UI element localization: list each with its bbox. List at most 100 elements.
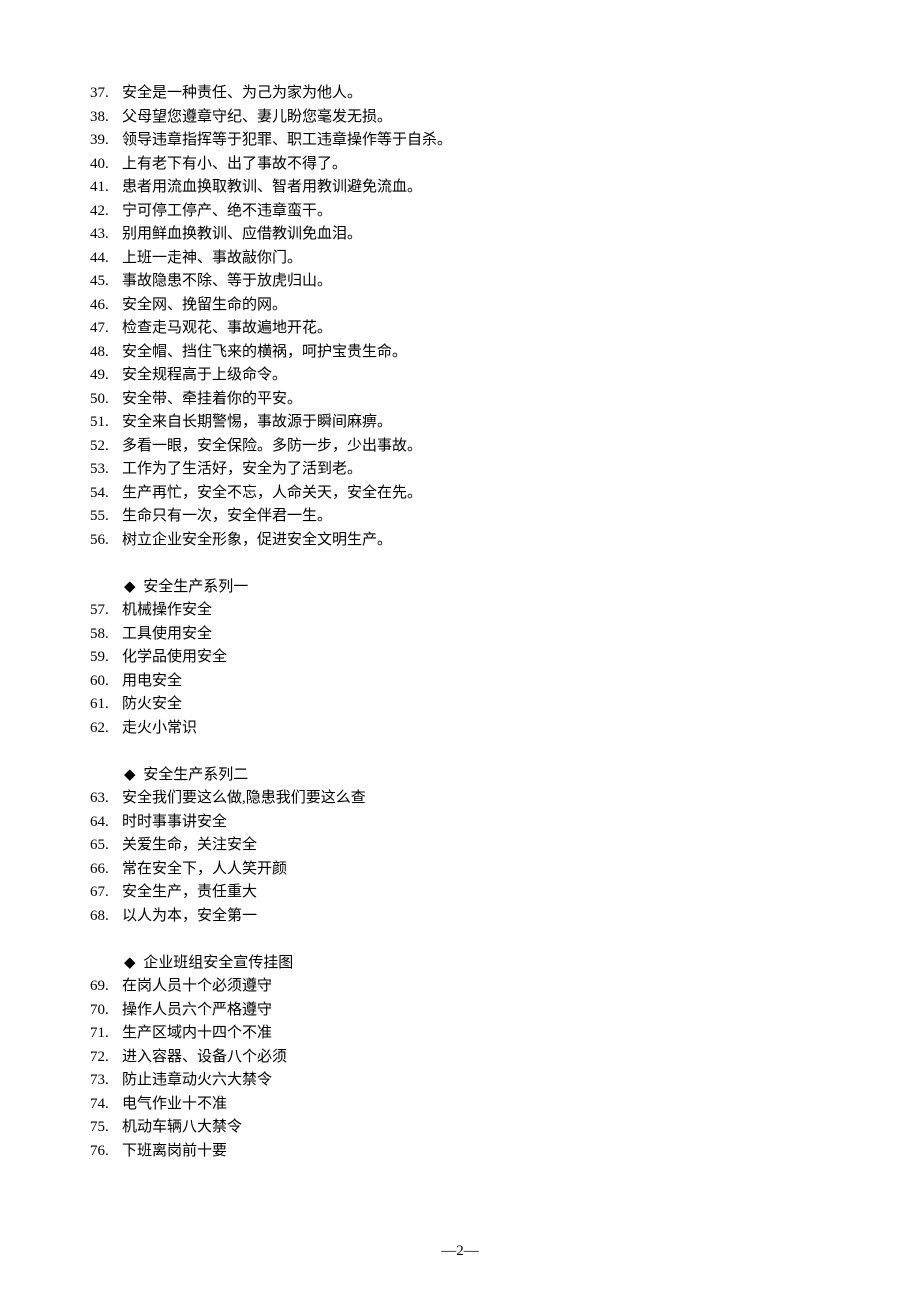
list-item: 59.化学品使用安全 xyxy=(90,646,830,670)
list-item: 41.患者用流血换取教训、智者用教训避免流血。 xyxy=(90,176,830,200)
list-item: 73.防止违章动火六大禁令 xyxy=(90,1069,830,1093)
list-item-text: 工具使用安全 xyxy=(122,626,212,642)
list-item-text: 安全帽、挡住飞来的横祸，呵护宝贵生命。 xyxy=(122,344,407,360)
list-item-number: 55. xyxy=(90,505,122,529)
list-item: 70.操作人员六个严格遵守 xyxy=(90,999,830,1023)
list-item: 40.上有老下有小、出了事故不得了。 xyxy=(90,153,830,177)
list-item-number: 59. xyxy=(90,646,122,670)
list-item: 66.常在安全下，人人笑开颜 xyxy=(90,858,830,882)
section-3: ◆ 企业班组安全宣传挂图 69.在岗人员十个必须遵守70.操作人员六个严格遵守7… xyxy=(90,952,830,1164)
list-item: 45.事故隐患不除、等于放虎归山。 xyxy=(90,270,830,294)
list-item-text: 走火小常识 xyxy=(122,720,197,736)
list-item: 50.安全带、牵挂着你的平安。 xyxy=(90,388,830,412)
list-item: 55.生命只有一次，安全伴君一生。 xyxy=(90,505,830,529)
list-item-number: 63. xyxy=(90,787,122,811)
list-item: 76.下班离岗前十要 xyxy=(90,1140,830,1164)
list-item-number: 72. xyxy=(90,1046,122,1070)
list-item: 37.安全是一种责任、为己为家为他人。 xyxy=(90,82,830,106)
list-item-text: 患者用流血换取教训、智者用教训避免流血。 xyxy=(122,179,422,195)
list-item-number: 53. xyxy=(90,458,122,482)
list-item-text: 领导违章指挥等于犯罪、职工违章操作等于自杀。 xyxy=(122,132,452,148)
list-item: 56.树立企业安全形象，促进安全文明生产。 xyxy=(90,529,830,553)
list-item-number: 64. xyxy=(90,811,122,835)
list-item-text: 防止违章动火六大禁令 xyxy=(122,1072,272,1088)
list-item: 58.工具使用安全 xyxy=(90,623,830,647)
list-item-text: 父母望您遵章守纪、妻儿盼您毫发无损。 xyxy=(122,109,392,125)
list-item-number: 42. xyxy=(90,200,122,224)
list-item-number: 40. xyxy=(90,153,122,177)
list-item: 67.安全生产，责任重大 xyxy=(90,881,830,905)
list-item-number: 76. xyxy=(90,1140,122,1164)
list-item: 52.多看一眼，安全保险。多防一步，少出事故。 xyxy=(90,435,830,459)
list-item: 42.宁可停工停产、绝不违章蛮干。 xyxy=(90,200,830,224)
list-item-number: 37. xyxy=(90,82,122,106)
list-item-number: 50. xyxy=(90,388,122,412)
list-item-text: 多看一眼，安全保险。多防一步，少出事故。 xyxy=(122,438,422,454)
list-item: 57.机械操作安全 xyxy=(90,599,830,623)
list-item-number: 71. xyxy=(90,1022,122,1046)
list-item-number: 66. xyxy=(90,858,122,882)
list-item: 62.走火小常识 xyxy=(90,717,830,741)
list-item-text: 操作人员六个严格遵守 xyxy=(122,1002,272,1018)
list-item-number: 44. xyxy=(90,247,122,271)
list-item-number: 58. xyxy=(90,623,122,647)
list-item-text: 生产区域内十四个不准 xyxy=(122,1025,272,1041)
section-heading: ◆ 企业班组安全宣传挂图 xyxy=(90,952,830,976)
list-item: 46.安全网、挽留生命的网。 xyxy=(90,294,830,318)
list-item-text: 在岗人员十个必须遵守 xyxy=(122,978,272,994)
list-item-number: 62. xyxy=(90,717,122,741)
list-item-text: 安全规程高于上级命令。 xyxy=(122,367,287,383)
list-item-text: 安全我们要这么做,隐患我们要这么查 xyxy=(122,790,366,806)
list-item-text: 上有老下有小、出了事故不得了。 xyxy=(122,156,347,172)
list-item: 49.安全规程高于上级命令。 xyxy=(90,364,830,388)
section-2-items: 63.安全我们要这么做,隐患我们要这么查64.时时事事讲安全65.关爱生命，关注… xyxy=(90,787,830,928)
document-page: 37.安全是一种责任、为己为家为他人。38.父母望您遵章守纪、妻儿盼您毫发无损。… xyxy=(0,0,920,1203)
list-item-number: 51. xyxy=(90,411,122,435)
list-item-number: 56. xyxy=(90,529,122,553)
list-item: 38.父母望您遵章守纪、妻儿盼您毫发无损。 xyxy=(90,106,830,130)
list-item-number: 75. xyxy=(90,1116,122,1140)
list-item-number: 49. xyxy=(90,364,122,388)
list-item-text: 以人为本，安全第一 xyxy=(122,908,257,924)
list-item-number: 41. xyxy=(90,176,122,200)
list-item-number: 46. xyxy=(90,294,122,318)
list-item-number: 54. xyxy=(90,482,122,506)
list-item-number: 47. xyxy=(90,317,122,341)
list-item-text: 电气作业十不准 xyxy=(122,1096,227,1112)
list-item: 54.生产再忙，安全不忘，人命关天，安全在先。 xyxy=(90,482,830,506)
list-item: 64.时时事事讲安全 xyxy=(90,811,830,835)
list-item-text: 用电安全 xyxy=(122,673,182,689)
section-1: ◆ 安全生产系列一 57.机械操作安全58.工具使用安全59.化学品使用安全60… xyxy=(90,576,830,741)
list-item: 74.电气作业十不准 xyxy=(90,1093,830,1117)
list-item: 60.用电安全 xyxy=(90,670,830,694)
list-item-number: 68. xyxy=(90,905,122,929)
list-item-text: 事故隐患不除、等于放虎归山。 xyxy=(122,273,332,289)
list-item-text: 防火安全 xyxy=(122,696,182,712)
list-item-text: 安全是一种责任、为己为家为他人。 xyxy=(122,85,362,101)
list-item: 43.别用鲜血换教训、应借教训免血泪。 xyxy=(90,223,830,247)
list-item-text: 时时事事讲安全 xyxy=(122,814,227,830)
list-item: 47.检查走马观花、事故遍地开花。 xyxy=(90,317,830,341)
list-item-number: 39. xyxy=(90,129,122,153)
page-number: ―2― xyxy=(0,1243,920,1260)
list-item: 71.生产区域内十四个不准 xyxy=(90,1022,830,1046)
list-item-text: 关爱生命，关注安全 xyxy=(122,837,257,853)
section-heading: ◆ 安全生产系列二 xyxy=(90,764,830,788)
list-item-number: 70. xyxy=(90,999,122,1023)
list-item-text: 下班离岗前十要 xyxy=(122,1143,227,1159)
diamond-icon: ◆ xyxy=(124,952,136,976)
list-item-number: 60. xyxy=(90,670,122,694)
list-item: 61.防火安全 xyxy=(90,693,830,717)
list-item-number: 69. xyxy=(90,975,122,999)
diamond-icon: ◆ xyxy=(124,576,136,600)
list-item-number: 38. xyxy=(90,106,122,130)
list-item-text: 工作为了生活好，安全为了活到老。 xyxy=(122,461,362,477)
list-item-text: 安全网、挽留生命的网。 xyxy=(122,297,287,313)
diamond-icon: ◆ xyxy=(124,764,136,788)
list-item: 39.领导违章指挥等于犯罪、职工违章操作等于自杀。 xyxy=(90,129,830,153)
list-item: 65.关爱生命，关注安全 xyxy=(90,834,830,858)
list-item: 44.上班一走神、事故敲你门。 xyxy=(90,247,830,271)
list-item-number: 65. xyxy=(90,834,122,858)
list-item-number: 45. xyxy=(90,270,122,294)
list-item-text: 上班一走神、事故敲你门。 xyxy=(122,250,302,266)
